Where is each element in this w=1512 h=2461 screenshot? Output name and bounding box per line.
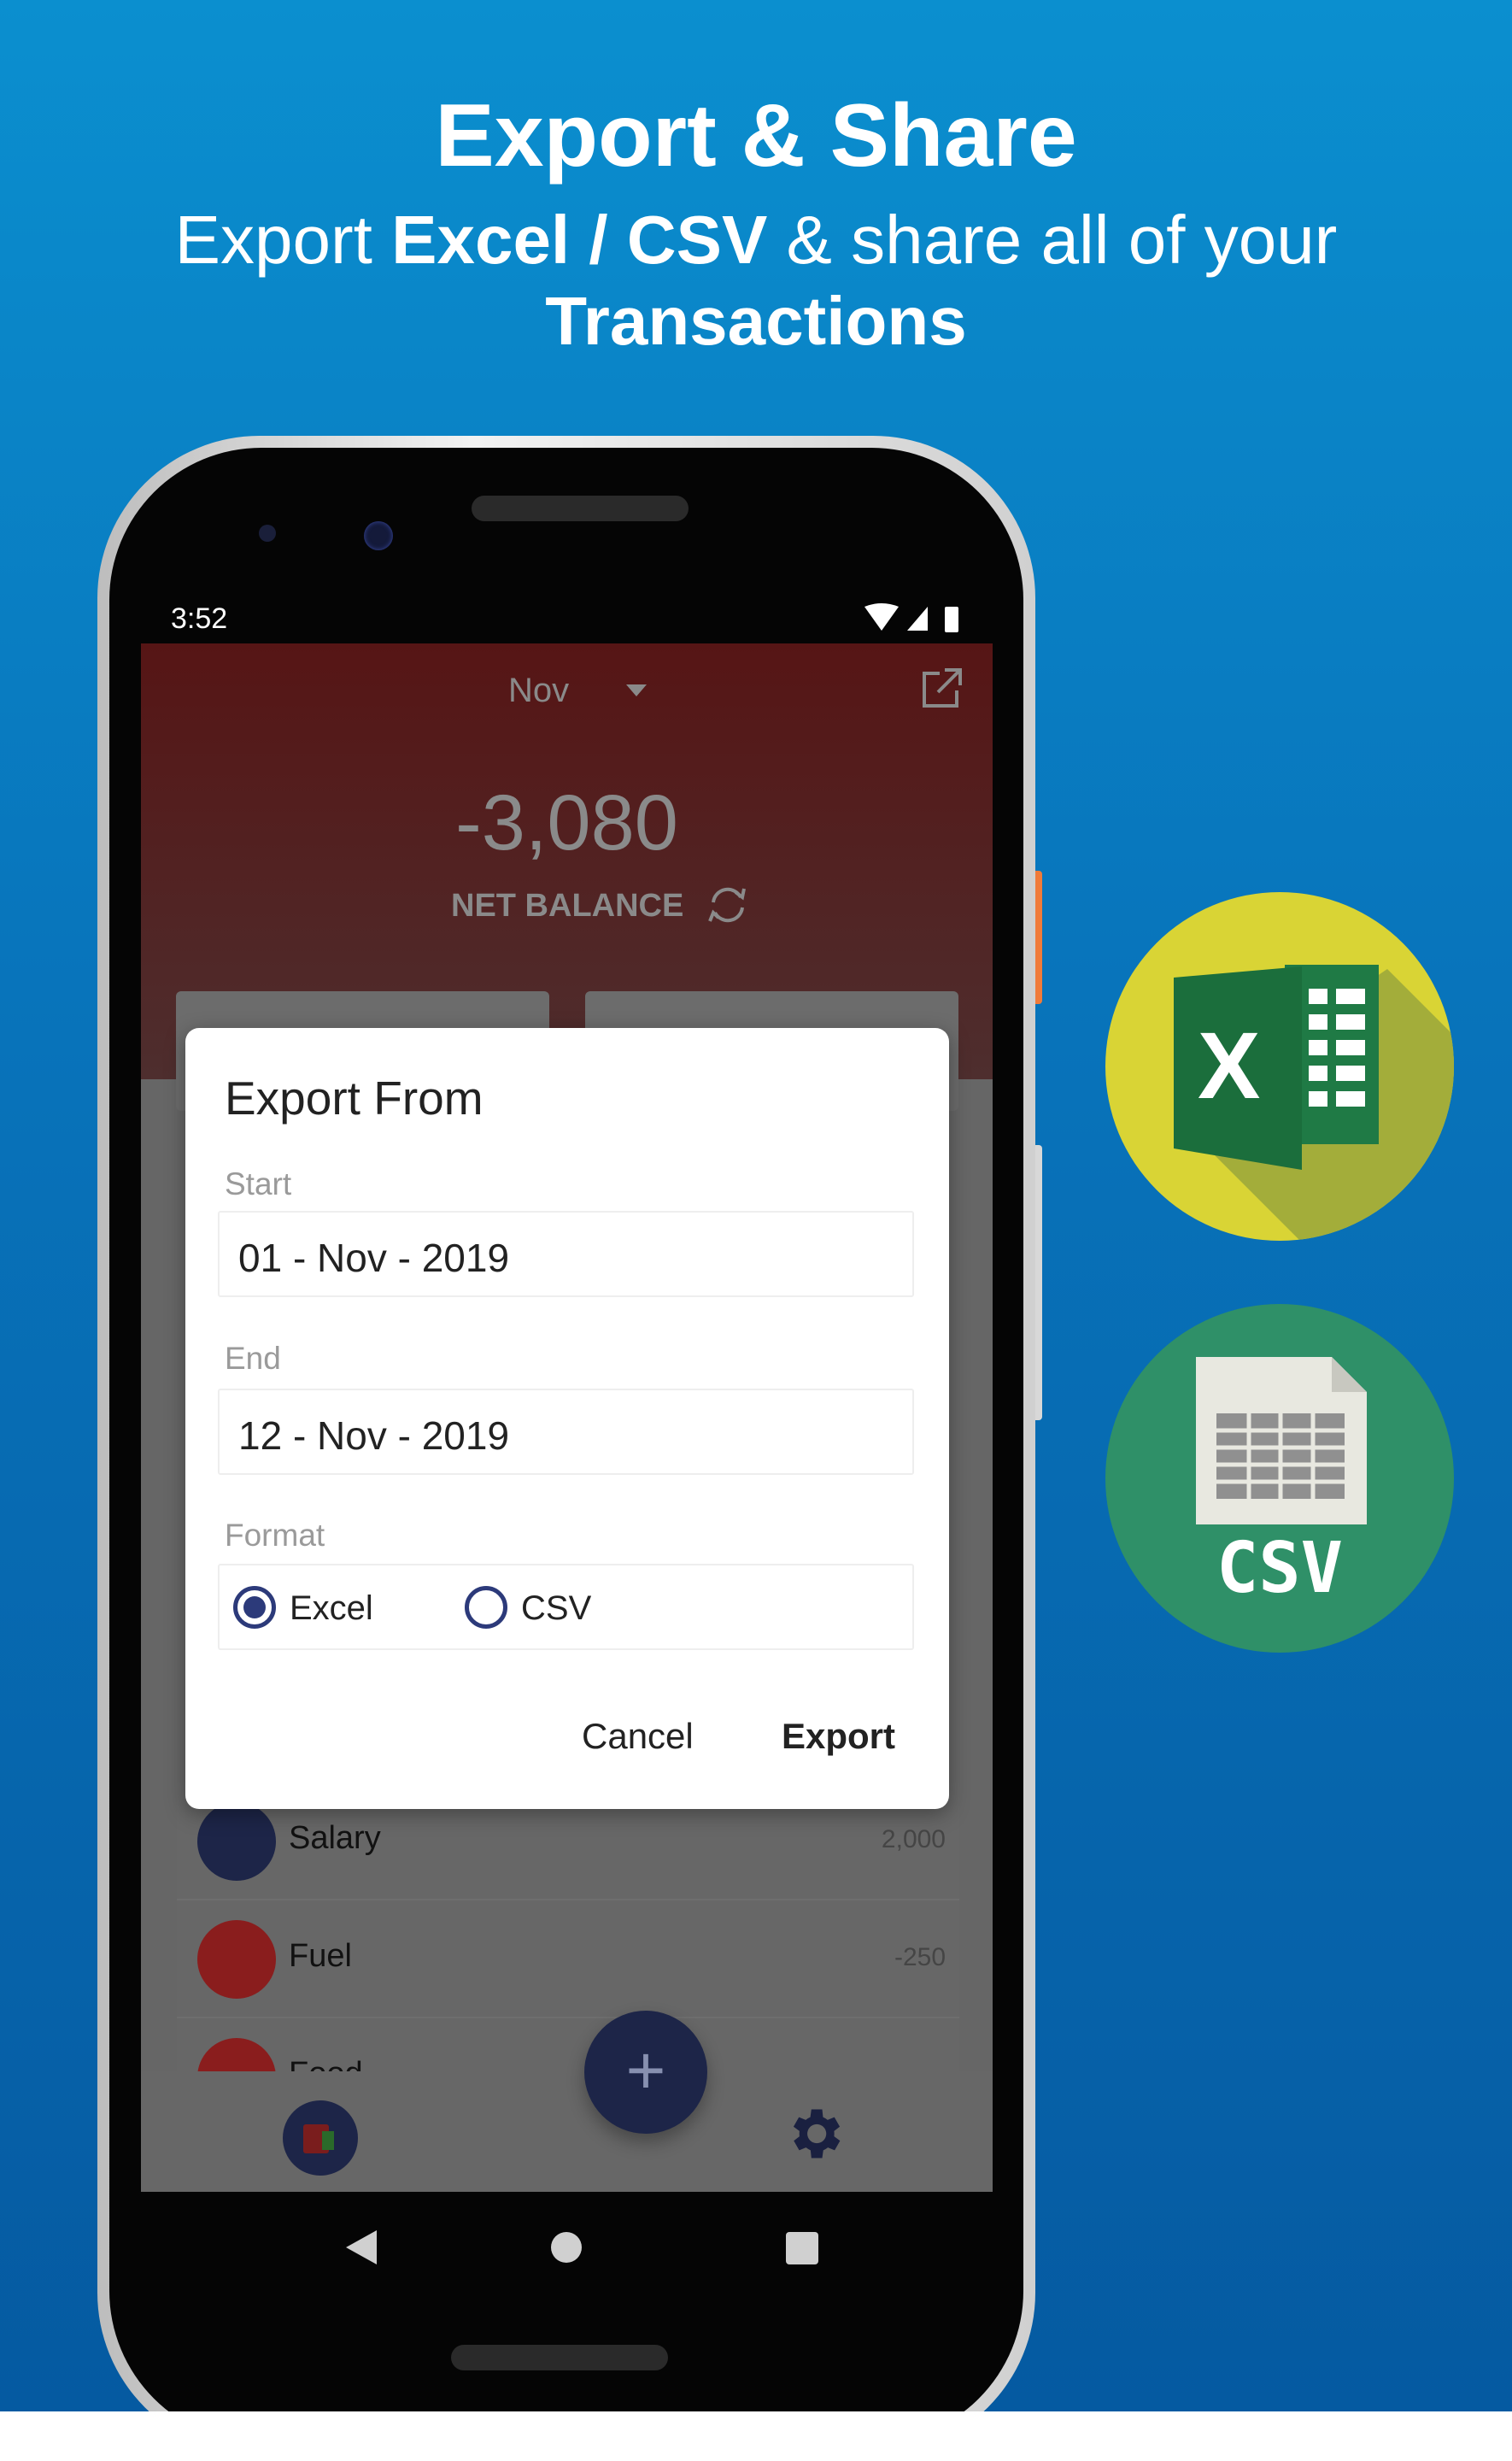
export-button[interactable]: Export — [782, 1716, 895, 1757]
sensor — [259, 525, 276, 542]
wallet-nav-icon[interactable] — [283, 2100, 358, 2176]
format-label: Format — [225, 1518, 325, 1553]
caret-down-icon[interactable] — [626, 684, 647, 696]
status-icons — [864, 603, 958, 632]
transaction-name: Fuel — [289, 1938, 352, 1974]
start-date-value: 01 - Nov - 2019 — [238, 1236, 510, 1280]
share-icon[interactable] — [921, 667, 964, 709]
net-balance-label: NET BALANCE — [451, 888, 684, 924]
transaction-amount: -250 — [894, 1943, 946, 1971]
excel-icon — [1174, 965, 1454, 1241]
cancel-button[interactable]: Cancel — [582, 1716, 694, 1757]
add-transaction-button[interactable]: + — [584, 2011, 707, 2134]
bottom-strip — [0, 2411, 1512, 2461]
end-date-value: 12 - Nov - 2019 — [238, 1413, 510, 1458]
csv-badge: CSV — [1105, 1304, 1454, 1653]
refresh-icon[interactable] — [706, 884, 749, 926]
excel-radio[interactable] — [233, 1586, 276, 1629]
start-date-field[interactable]: 01 - Nov - 2019 — [218, 1211, 914, 1297]
hero-subtitle: Export Excel / CSV & share all of your — [0, 201, 1512, 279]
subtitle-text: Export — [174, 202, 392, 278]
transaction-amount: 2,000 — [881, 1825, 946, 1853]
excel-label[interactable]: Excel — [290, 1589, 373, 1628]
battery-icon — [945, 607, 958, 632]
home-icon — [551, 2232, 582, 2263]
bottom-speaker — [451, 2345, 668, 2370]
back-icon — [346, 2230, 377, 2264]
transaction-name: Salary — [289, 1820, 381, 1856]
front-camera — [364, 521, 393, 550]
wallet-icon — [197, 1802, 276, 1881]
fuel-icon — [197, 1920, 276, 1999]
net-balance-value: -3,080 — [455, 779, 678, 866]
start-label: Start — [225, 1166, 292, 1201]
wifi-icon — [864, 603, 899, 631]
end-date-field[interactable]: 12 - Nov - 2019 — [218, 1389, 914, 1475]
speaker-grille — [472, 496, 689, 521]
csv-text: CSV — [1216, 1528, 1344, 1609]
hero-subtitle-line2: Transactions — [545, 283, 967, 359]
subtitle-bold: Excel / CSV — [391, 202, 768, 278]
signal-icon — [907, 607, 928, 631]
end-label: End — [225, 1341, 281, 1376]
excel-letter: X — [1198, 1013, 1261, 1119]
bottom-bar — [141, 2071, 993, 2192]
hero-title: Export & Share — [435, 86, 1077, 185]
subtitle-text: & share all of your — [767, 202, 1338, 278]
nav-bar — [346, 2230, 818, 2264]
csv-label[interactable]: CSV — [521, 1589, 591, 1628]
transaction-row[interactable]: Fuel -250 — [177, 1900, 959, 2018]
recents-icon — [786, 2232, 818, 2264]
export-dialog: Export From Start 01 - Nov - 2019 End 12… — [185, 1028, 949, 1809]
excel-badge: X — [1105, 892, 1454, 1241]
gear-icon[interactable] — [782, 2101, 847, 2166]
dialog-title: Export From — [225, 1072, 483, 1125]
month-selector[interactable]: Nov — [508, 672, 569, 710]
status-time: 3:52 — [171, 602, 228, 635]
format-group: Excel CSV — [218, 1564, 914, 1650]
csv-radio[interactable] — [465, 1586, 507, 1629]
